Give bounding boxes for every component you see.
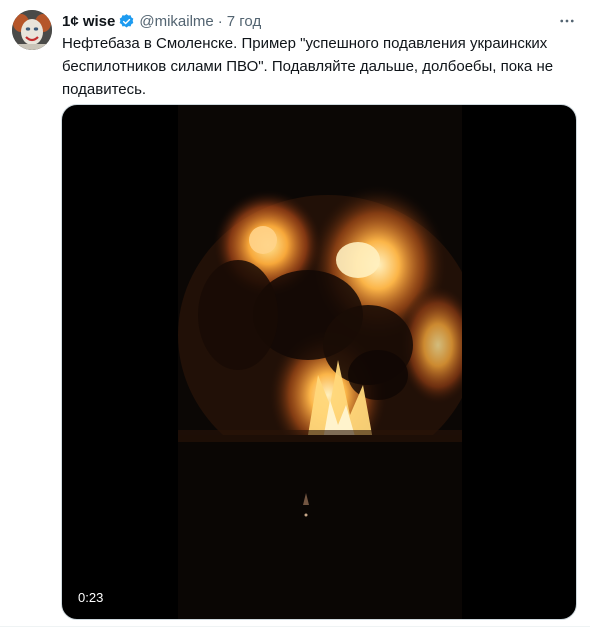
avatar[interactable]: [12, 10, 52, 50]
video-duration: 0:23: [74, 589, 108, 607]
tweet-timestamp[interactable]: 7 год: [227, 13, 261, 30]
separator-dot: ·: [217, 12, 223, 30]
author-display-name[interactable]: 1¢ wise: [62, 13, 115, 30]
verified-badge-icon: [118, 13, 135, 30]
author-handle[interactable]: @mikailme: [139, 13, 213, 30]
tweet-header: 1¢ wise @mikailme · 7 год: [62, 11, 261, 31]
tweet-text-line: Нефтебаза в Смоленске. Пример "успешного…: [62, 35, 548, 52]
video-frame: [178, 105, 462, 619]
tweet-text-line: подавитесь.: [62, 81, 147, 98]
more-options-icon[interactable]: [556, 10, 578, 32]
video-still-fire: [178, 105, 462, 619]
video-player[interactable]: 0:23: [61, 104, 577, 620]
tweet-text-line: беспилотников силами ПВО". Подавляйте да…: [62, 58, 554, 75]
tweet[interactable]: 1¢ wise @mikailme · 7 год Нефтебаза в См…: [0, 0, 590, 627]
clown-avatar-icon: [12, 10, 52, 50]
tweet-text: Нефтебаза в Смоленске. Пример "успешного…: [62, 32, 562, 101]
